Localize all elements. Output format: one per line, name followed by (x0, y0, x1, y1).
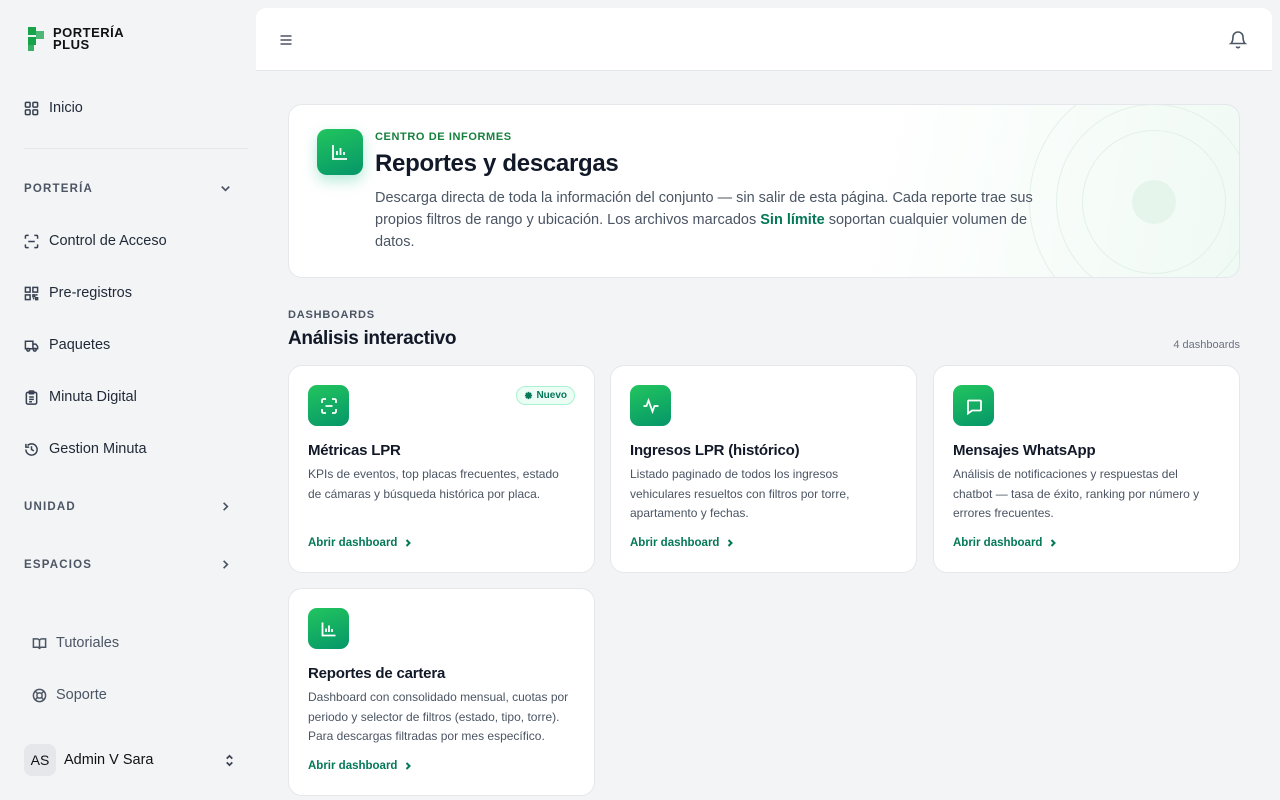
topbar (256, 8, 1272, 71)
sidebar-item-inicio[interactable]: Inicio (24, 96, 83, 120)
scan-icon (308, 385, 349, 426)
chevron-up-down-icon (226, 754, 233, 766)
brand-name: PORTERÍA PLUS (53, 25, 125, 52)
bar-chart-icon (317, 129, 363, 175)
qr-code-icon (24, 286, 39, 300)
dashboard-card-mensajes-whatsapp[interactable]: Mensajes WhatsApp Análisis de notificaci… (933, 365, 1240, 573)
open-dashboard-link[interactable]: Abrir dashboard (308, 537, 413, 549)
reports-hero: CENTRO DE INFORMES Reportes y descargas … (288, 104, 1240, 278)
decorative-rings (1029, 105, 1239, 277)
brand-logo[interactable]: PORTERÍA PLUS (28, 25, 125, 52)
book-icon (32, 637, 47, 649)
clipboard-icon (25, 389, 38, 405)
sidebar-item-gestion-minuta[interactable]: Gestion Minuta (24, 437, 147, 461)
user-name: Admin V Sara (64, 752, 154, 768)
notifications-button[interactable] (1228, 29, 1248, 49)
dashboards-title: Análisis interactivo (288, 328, 457, 349)
dashboards-eyebrow: DASHBOARDS (288, 309, 375, 321)
sidebar-item-pre-registros[interactable]: Pre-registros (24, 281, 132, 305)
open-dashboard-link[interactable]: Abrir dashboard (630, 537, 735, 549)
lifebuoy-icon (32, 688, 47, 702)
hero-eyebrow: CENTRO DE INFORMES (375, 131, 512, 143)
new-badge: Nuevo (516, 386, 575, 405)
sidebar-item-control-acceso[interactable]: Control de Acceso (24, 229, 167, 253)
chevron-right-icon (406, 539, 412, 547)
sidebar-item-label: Inicio (49, 100, 83, 116)
dashboard-card-reportes-cartera[interactable]: Reportes de cartera Dashboard con consol… (288, 588, 595, 796)
scan-icon (24, 234, 39, 248)
chevron-right-icon (728, 539, 734, 547)
chevron-right-icon (1051, 539, 1057, 547)
activity-icon (630, 385, 671, 426)
page-title: Reportes y descargas (375, 150, 619, 177)
menu-toggle-button[interactable] (278, 32, 294, 48)
card-title: Reportes de cartera (308, 665, 446, 682)
sidebar-item-minuta-digital[interactable]: Minuta Digital (24, 385, 137, 409)
card-title: Mensajes WhatsApp (953, 442, 1096, 459)
truck-icon (24, 340, 39, 352)
hero-description: Descarga directa de toda la información … (375, 190, 1033, 250)
sparkle-icon (525, 391, 533, 400)
card-description: Listado paginado de todos los ingresos v… (630, 467, 850, 520)
sidebar: PORTERÍA PLUS Inicio PORTERÍA Control de… (0, 0, 256, 800)
card-title: Ingresos LPR (histórico) (630, 442, 800, 459)
sidebar-divider (24, 148, 248, 149)
dashboard-card-ingresos-lpr[interactable]: Ingresos LPR (histórico) Listado paginad… (610, 365, 917, 573)
sidebar-item-label: Paquetes (49, 337, 111, 353)
sidebar-item-label: Minuta Digital (49, 389, 137, 405)
bar-chart-icon (308, 608, 349, 649)
chevron-right-icon (406, 762, 412, 770)
chevron-down-icon (221, 186, 230, 192)
chevron-right-icon (223, 502, 229, 511)
sidebar-item-label: Pre-registros (49, 285, 132, 301)
sidebar-item-tutoriales[interactable]: Tutoriales (32, 635, 119, 651)
sin-limite-highlight: Sin límite (760, 212, 825, 228)
card-description: Análisis de notificaciones y respuestas … (953, 467, 1200, 520)
section-unidad[interactable]: UNIDAD (24, 500, 232, 513)
open-dashboard-link[interactable]: Abrir dashboard (308, 760, 413, 772)
avatar: AS (24, 744, 56, 776)
card-description: KPIs de eventos, top placas frecuentes, … (308, 467, 559, 501)
sidebar-item-label: Control de Acceso (49, 233, 167, 249)
sidebar-item-soporte[interactable]: Soporte (32, 687, 107, 703)
sidebar-item-label: Gestion Minuta (49, 441, 147, 457)
card-title: Métricas LPR (308, 442, 401, 459)
sidebar-item-paquetes[interactable]: Paquetes (24, 333, 110, 357)
dashboards-count: 4 dashboards (1173, 339, 1240, 351)
menu-icon (280, 35, 292, 45)
message-square-icon (953, 385, 994, 426)
section-espacios[interactable]: ESPACIOS (24, 558, 232, 571)
bell-icon (1228, 31, 1248, 49)
history-icon (25, 442, 38, 456)
open-dashboard-link[interactable]: Abrir dashboard (953, 537, 1058, 549)
section-porteria[interactable]: PORTERÍA (24, 182, 232, 195)
logo-mark-icon (28, 27, 47, 51)
card-description: Dashboard con consolidado mensual, cuota… (308, 690, 569, 743)
user-menu[interactable]: AS Admin V Sara (24, 744, 236, 776)
dashboard-card-metricas-lpr[interactable]: Nuevo Métricas LPR KPIs de eventos, top … (288, 365, 595, 573)
chevron-right-icon (223, 560, 229, 569)
grid-icon (24, 101, 39, 115)
